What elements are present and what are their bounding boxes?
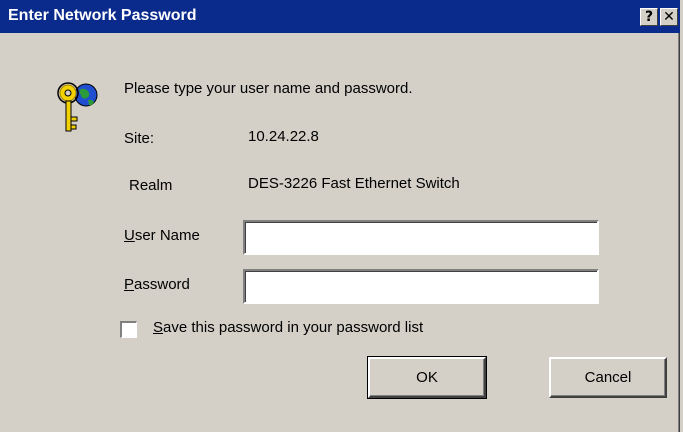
user-name-mnemonic: U: [124, 227, 135, 244]
title-bar[interactable]: Enter Network Password ? ✕: [0, 0, 680, 33]
cancel-button[interactable]: Cancel: [549, 357, 667, 398]
window-title: Enter Network Password: [8, 7, 197, 24]
save-password-label-text: ave this password in your password list: [163, 319, 424, 336]
close-button[interactable]: ✕: [660, 8, 678, 26]
password-label: Password: [124, 276, 190, 293]
password-label-text: assword: [134, 276, 190, 293]
save-password-label[interactable]: Save this password in your password list: [153, 319, 423, 336]
password-input[interactable]: [243, 269, 599, 304]
network-password-dialog: Enter Network Password ? ✕ Please type y…: [0, 0, 680, 432]
realm-value: DES-3226 Fast Ethernet Switch: [248, 175, 460, 192]
save-password-mnemonic: S: [153, 319, 164, 336]
save-password-checkbox[interactable]: [120, 321, 137, 338]
user-name-input[interactable]: [243, 220, 599, 255]
key-globe-icon: [57, 82, 98, 132]
prompt-text: Please type your user name and password.: [124, 80, 413, 97]
realm-label: Realm: [129, 177, 173, 194]
help-button[interactable]: ?: [640, 8, 658, 26]
user-name-label: User Name: [124, 227, 200, 244]
user-name-label-text: ser Name: [134, 227, 200, 244]
ok-button[interactable]: OK: [367, 356, 487, 399]
site-value: 10.24.22.8: [248, 128, 319, 145]
site-label: Site:: [124, 130, 155, 147]
password-mnemonic: P: [124, 276, 135, 293]
